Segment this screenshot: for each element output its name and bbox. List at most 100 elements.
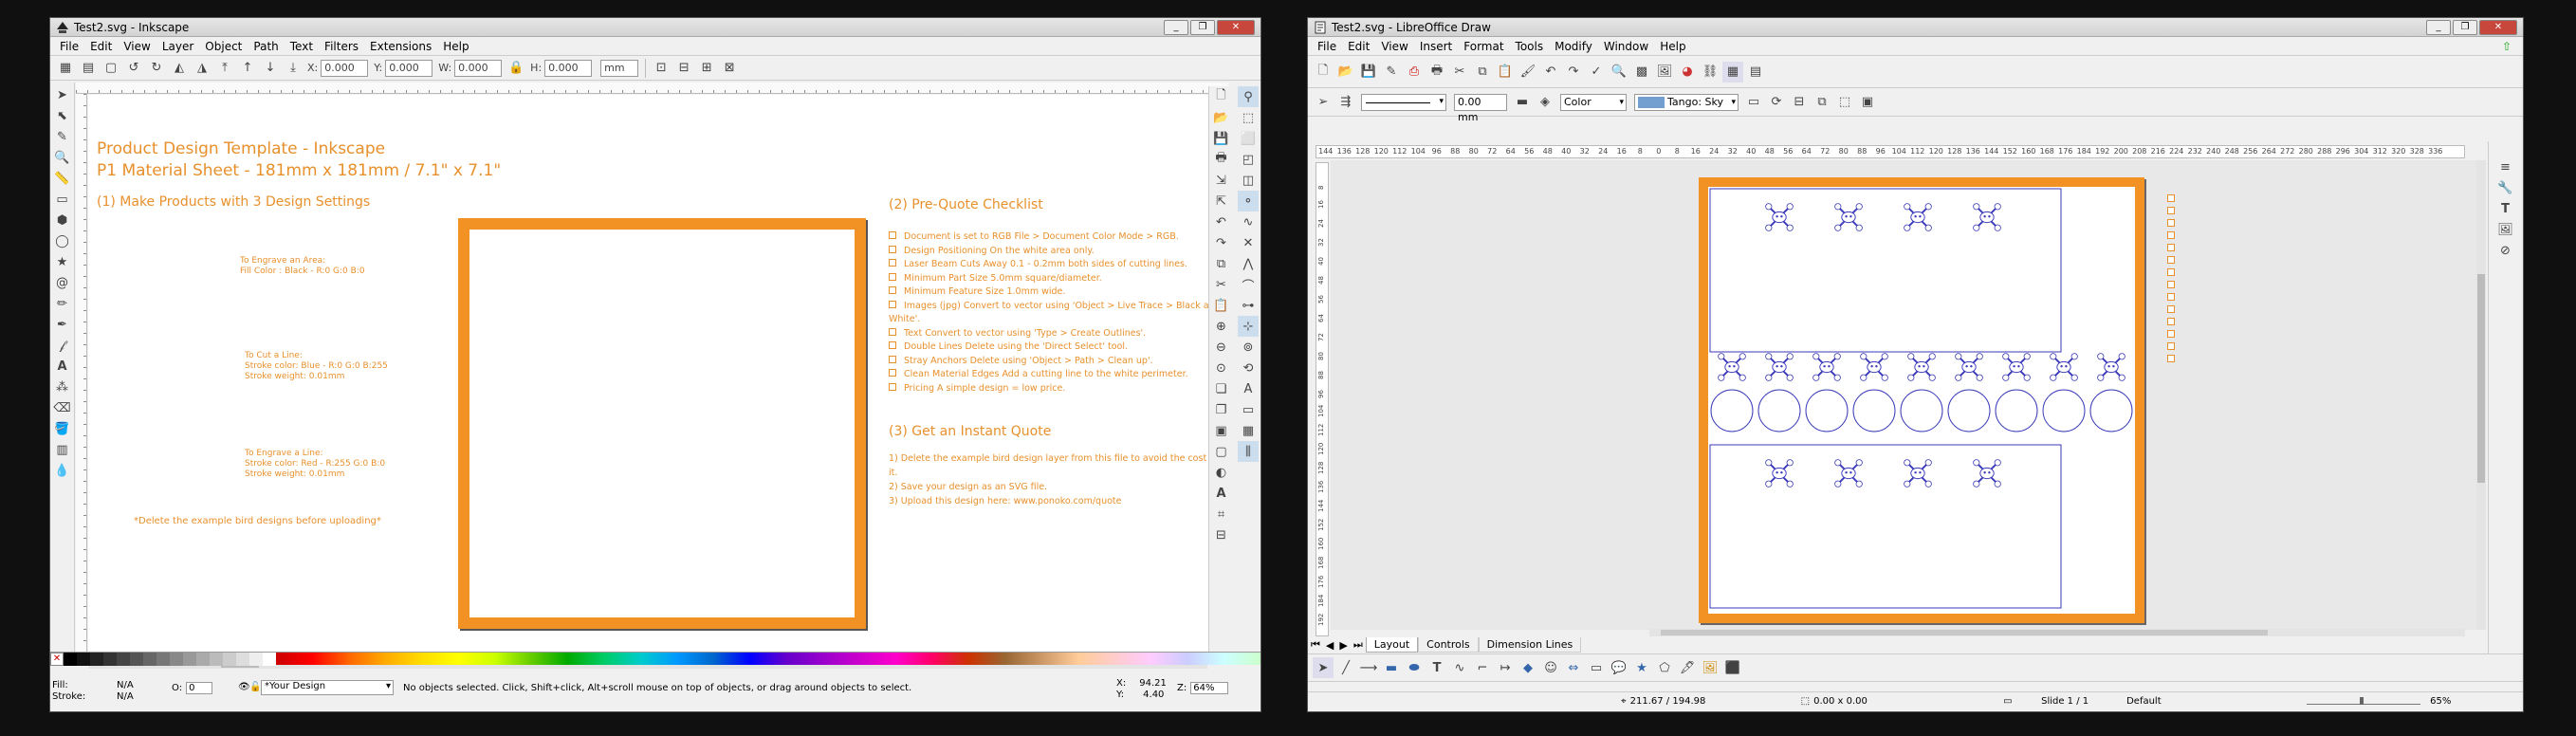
move-gradients-icon[interactable]: ⊞ bbox=[696, 58, 717, 79]
zoom-drawing-icon[interactable]: ⊖ bbox=[1211, 337, 1232, 358]
palette-swatch[interactable] bbox=[90, 653, 103, 666]
palette-swatch[interactable] bbox=[210, 653, 223, 666]
snap-smooth-icon[interactable]: ⌒ bbox=[1238, 274, 1259, 295]
w-input[interactable]: 0.000 bbox=[454, 59, 503, 77]
shadow-icon[interactable]: ▩ bbox=[1631, 62, 1652, 83]
design-circle[interactable] bbox=[1805, 389, 1849, 432]
gradient-tool-icon[interactable]: ▥ bbox=[52, 439, 73, 460]
line-style-select[interactable]: ▾ bbox=[1361, 93, 1446, 111]
image-icon[interactable]: 🖼 bbox=[1654, 62, 1675, 83]
snap-rotation-icon[interactable]: ⟲ bbox=[1238, 358, 1259, 378]
undo-icon[interactable]: ↶ bbox=[1211, 212, 1232, 232]
snap-paths-icon[interactable]: ∿ bbox=[1238, 212, 1259, 232]
menu-view[interactable]: View bbox=[1381, 40, 1408, 53]
menu-edit[interactable]: Edit bbox=[1348, 40, 1370, 53]
cut-icon[interactable]: ✂ bbox=[1449, 62, 1470, 83]
hyperlink-icon[interactable]: ⛓ bbox=[1700, 62, 1720, 83]
design-motif[interactable] bbox=[1812, 353, 1841, 381]
scale-stroke-icon[interactable]: ⊡ bbox=[651, 58, 672, 79]
menu-modify[interactable]: Modify bbox=[1555, 40, 1592, 53]
zoom-slider[interactable] bbox=[2307, 696, 2421, 705]
snap-center-icon[interactable]: ⊚ bbox=[1238, 337, 1259, 358]
text-tool-icon[interactable]: A bbox=[52, 356, 73, 377]
palette-swatch[interactable] bbox=[77, 653, 90, 666]
libre-drawing-area[interactable] bbox=[1331, 160, 2476, 630]
selection-handle[interactable] bbox=[2167, 268, 2175, 276]
lines-arrows-icon[interactable]: ↦ bbox=[1495, 657, 1516, 678]
ungroup-icon[interactable]: ▢ bbox=[1211, 441, 1232, 462]
selection-handle[interactable] bbox=[2167, 330, 2175, 338]
design-circle[interactable] bbox=[1947, 389, 1991, 432]
selector-tool-icon[interactable]: ➤ bbox=[52, 84, 73, 105]
checkbox-icon[interactable] bbox=[889, 286, 896, 294]
spiral-tool-icon[interactable]: @ bbox=[52, 272, 73, 293]
h-input[interactable]: 0.000 bbox=[544, 59, 593, 77]
snap-baseline-icon[interactable]: A bbox=[1238, 378, 1259, 399]
palette-swatch[interactable] bbox=[223, 653, 236, 666]
curve-tool-icon[interactable]: ∿ bbox=[1449, 657, 1470, 678]
deselect-icon[interactable]: ▢ bbox=[101, 58, 121, 79]
close-button[interactable]: ✕ bbox=[2479, 19, 2517, 35]
checkbox-icon[interactable] bbox=[889, 355, 896, 363]
menu-window[interactable]: Window bbox=[1604, 40, 1648, 53]
connector-tool-icon[interactable]: ⌐ bbox=[1472, 657, 1493, 678]
ellipse-tool-icon[interactable]: ◯ bbox=[52, 230, 73, 251]
rectangle-tool-icon[interactable]: ▭ bbox=[52, 189, 73, 210]
rotate-ccw-icon[interactable]: ↺ bbox=[123, 58, 144, 79]
xml-editor-icon[interactable]: ⌗ bbox=[1211, 504, 1232, 524]
new-document-icon[interactable]: 🗋 bbox=[1211, 86, 1232, 107]
close-button[interactable]: ✕ bbox=[1217, 19, 1255, 35]
lower-icon[interactable]: ↓ bbox=[260, 58, 281, 79]
update-icon[interactable]: ⇧ bbox=[2502, 40, 2512, 53]
palette-swatch[interactable] bbox=[183, 653, 196, 666]
undo-icon[interactable]: ↶ bbox=[1540, 62, 1561, 83]
area-style-select[interactable]: Color ▾ bbox=[1560, 93, 1627, 111]
grid-icon[interactable]: ▦ bbox=[1722, 61, 1743, 83]
tab-nav-last[interactable]: ⏭ bbox=[1353, 638, 1363, 652]
select-all-layers-icon[interactable]: ▤ bbox=[78, 58, 99, 79]
menu-format[interactable]: Format bbox=[1463, 40, 1503, 53]
menu-file[interactable]: File bbox=[1317, 40, 1336, 53]
menu-edit[interactable]: Edit bbox=[90, 40, 112, 53]
design-motif[interactable] bbox=[1834, 459, 1863, 488]
save-icon[interactable]: 💾 bbox=[1211, 128, 1232, 149]
design-motif[interactable] bbox=[1765, 203, 1794, 231]
area-icon[interactable]: ◈ bbox=[1535, 92, 1555, 113]
fontwork-icon[interactable]: 🖋 bbox=[1677, 657, 1698, 678]
selection-handle[interactable] bbox=[2167, 194, 2175, 202]
checkbox-icon[interactable] bbox=[889, 382, 896, 391]
basic-shapes-icon[interactable]: ◆ bbox=[1518, 657, 1538, 678]
design-motif[interactable] bbox=[1718, 353, 1746, 381]
design-motif[interactable] bbox=[1904, 459, 1932, 488]
node-tool-icon[interactable]: ⬉ bbox=[52, 105, 73, 126]
raise-top-icon[interactable]: ⤒ bbox=[214, 58, 235, 79]
design-motif[interactable] bbox=[2097, 353, 2125, 381]
align-icon[interactable]: ⊟ bbox=[1211, 524, 1232, 545]
snap-others-icon[interactable]: ⊹ bbox=[1238, 316, 1259, 337]
selection-handle[interactable] bbox=[2167, 219, 2175, 227]
3d-box-tool-icon[interactable]: ⬢ bbox=[52, 210, 73, 230]
spray-tool-icon[interactable]: ⁂ bbox=[52, 377, 73, 397]
design-motif[interactable] bbox=[2002, 353, 2031, 381]
redo-icon[interactable]: ↷ bbox=[1211, 232, 1232, 253]
y-input[interactable]: 0.000 bbox=[385, 59, 433, 77]
gallery-icon[interactable]: 🖼 bbox=[2495, 219, 2516, 240]
paste-icon[interactable]: 📋 bbox=[1495, 62, 1516, 83]
line-color-icon[interactable]: ▬ bbox=[1512, 92, 1533, 113]
export-pdf-icon[interactable]: ⎙ bbox=[1404, 62, 1425, 83]
text-font-icon[interactable]: A bbox=[1211, 483, 1232, 504]
flowchart-icon[interactable]: ▭ bbox=[1586, 657, 1607, 678]
spellcheck-icon[interactable]: ✓ bbox=[1586, 62, 1607, 83]
snap-bbox-icon[interactable]: ⬚ bbox=[1238, 107, 1259, 128]
minimize-button[interactable]: _ bbox=[1164, 19, 1188, 35]
line-ends-icon[interactable]: ⇶ bbox=[1335, 92, 1356, 113]
layer-select[interactable]: *Your Design ▾ bbox=[261, 680, 394, 695]
scale-corners-icon[interactable]: ⊟ bbox=[673, 58, 694, 79]
sidebar-menu-icon[interactable]: ≡ bbox=[2495, 156, 2516, 177]
drawing-page[interactable] bbox=[1699, 177, 2144, 623]
ellipse-tool-icon[interactable]: ⬬ bbox=[1404, 657, 1425, 678]
align-icon[interactable]: ⊟ bbox=[1789, 92, 1810, 113]
line-tool-icon[interactable]: ╱ bbox=[1335, 657, 1356, 678]
menu-filters[interactable]: Filters bbox=[324, 40, 359, 53]
paste-icon[interactable]: 📋 bbox=[1211, 295, 1232, 316]
